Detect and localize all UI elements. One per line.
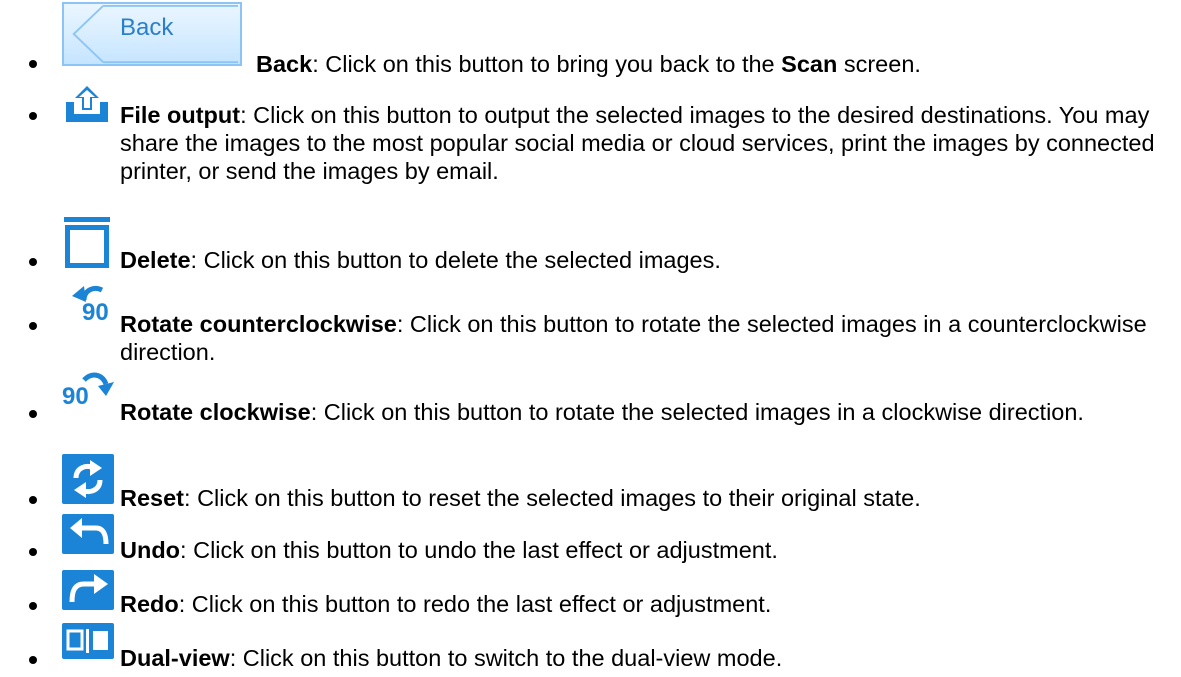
svg-text:90: 90 xyxy=(62,383,89,408)
item-text: Undo: Click on this button to undo the l… xyxy=(120,536,1161,564)
item-text: Delete: Click on this button to delete t… xyxy=(120,246,1161,274)
upload-icon[interactable] xyxy=(62,84,112,124)
redo-icon[interactable] xyxy=(62,570,114,610)
item-title: Back xyxy=(256,51,313,77)
item-description: : Click on this button to rotate the sel… xyxy=(310,399,1084,425)
item-title: File output xyxy=(120,102,241,128)
bullet xyxy=(29,496,37,504)
item-description: : Click on this button to switch to the … xyxy=(229,645,783,671)
item-text: Back: Click on this button to bring you … xyxy=(256,50,1161,78)
dual-view-icon[interactable] xyxy=(62,623,114,659)
item-title: Rotate counterclockwise xyxy=(120,311,397,337)
item-description-end: screen. xyxy=(837,51,921,77)
item-title: Rotate clockwise xyxy=(120,399,311,425)
bullet xyxy=(29,258,37,266)
item-description: : Click on this button to undo the last … xyxy=(180,537,778,563)
bullet xyxy=(29,656,37,664)
bullet xyxy=(29,112,37,120)
item-title: Dual-view xyxy=(120,645,230,671)
bullet xyxy=(29,322,37,330)
back-button[interactable]: Back xyxy=(62,2,242,66)
trash-icon[interactable] xyxy=(62,216,112,270)
item-description: : Click on this button to output the sel… xyxy=(120,102,1155,184)
bullet xyxy=(29,60,37,68)
item-description: : Click on this button to bring you back… xyxy=(312,51,782,77)
item-text: Reset: Click on this button to reset the… xyxy=(120,484,1161,512)
item-text: Redo: Click on this button to redo the l… xyxy=(120,590,1161,618)
item-text: Rotate clockwise: Click on this button t… xyxy=(120,398,1161,426)
item-text: Dual-view: Click on this button to switc… xyxy=(120,644,1161,672)
undo-icon[interactable] xyxy=(62,514,114,554)
item-text: Rotate counterclockwise: Click on this b… xyxy=(120,310,1161,366)
bullet xyxy=(29,602,37,610)
item-text: File output: Click on this button to out… xyxy=(120,101,1161,185)
back-button-label: Back xyxy=(120,14,174,41)
reset-icon[interactable] xyxy=(62,454,114,504)
item-description: : Click on this button to reset the sele… xyxy=(184,485,921,511)
item-description: : Click on this button to delete the sel… xyxy=(190,247,721,273)
rotate-ccw-90-icon[interactable]: 90 xyxy=(62,282,122,322)
svg-text:90: 90 xyxy=(82,299,109,322)
item-title: Redo xyxy=(120,591,179,617)
item-title: Delete xyxy=(120,247,191,273)
bullet xyxy=(29,410,37,418)
list-item-back: Back Back: Click on this button to bring… xyxy=(0,0,1181,80)
item-title: Undo xyxy=(120,537,181,563)
item-emphasis: Scan xyxy=(781,51,838,77)
item-description: : Click on this button to redo the last … xyxy=(178,591,772,617)
rotate-cw-90-icon[interactable]: 90 xyxy=(62,368,122,408)
item-title: Reset xyxy=(120,485,185,511)
bullet xyxy=(29,548,37,556)
